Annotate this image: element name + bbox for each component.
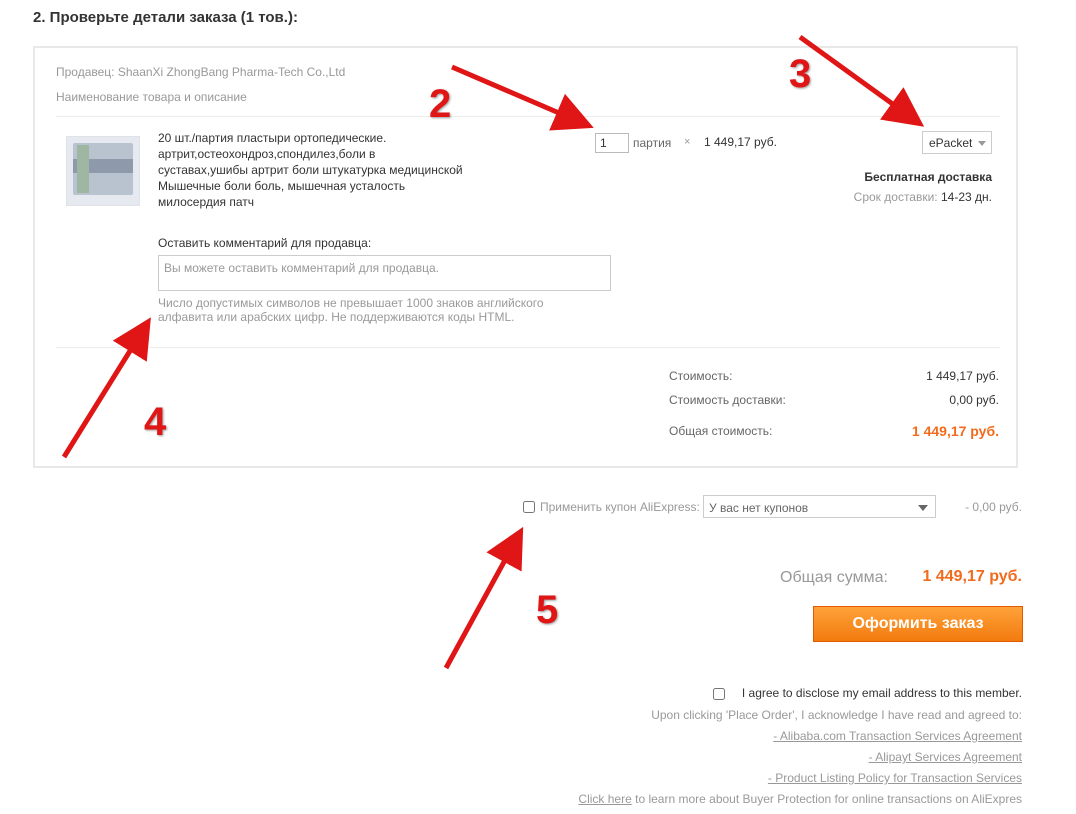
annotation-number-5: 5 [536, 588, 559, 632]
annotation-number-4: 4 [144, 400, 167, 444]
annotation-number-2: 2 [429, 82, 452, 126]
arrow-to-coupon [443, 526, 524, 670]
arrow-to-comment [61, 317, 151, 459]
arrow-to-shipping [798, 34, 925, 127]
annotation-number-3: 3 [789, 52, 812, 96]
arrow-to-quantity [451, 64, 594, 131]
